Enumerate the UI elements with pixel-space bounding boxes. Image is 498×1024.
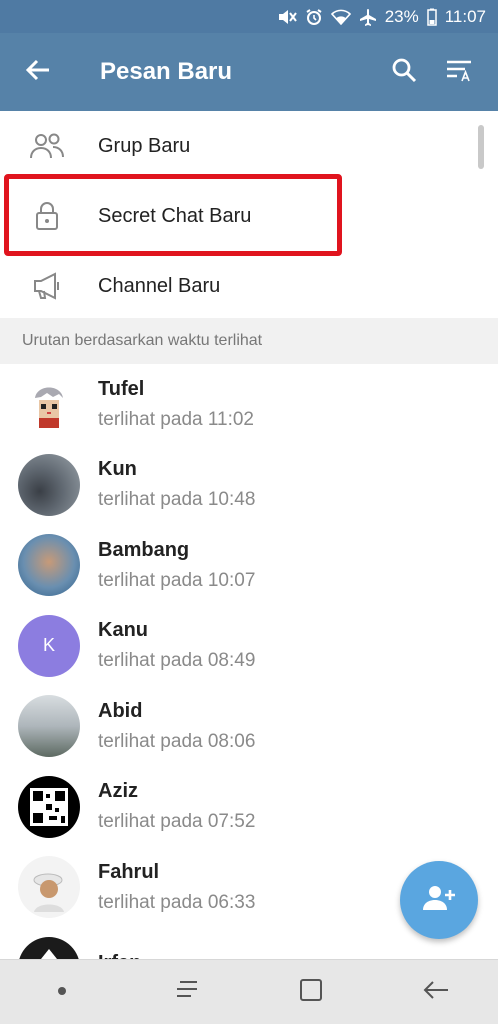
group-icon <box>0 132 94 160</box>
contact-status: terlihat pada 11:02 <box>98 408 254 430</box>
airplane-icon <box>359 8 377 26</box>
contact-name: Fahrul <box>98 860 160 883</box>
contact-name: Kanu <box>98 619 148 642</box>
contact-status: terlihat pada 08:49 <box>98 650 256 672</box>
status-icons: 23% 11:07 <box>277 7 486 27</box>
back-icon <box>422 979 450 1006</box>
contact-text: Fahrul terlihat pada 06:33 <box>98 861 255 914</box>
back-button[interactable] <box>0 33 76 111</box>
nav-dot-button[interactable] <box>22 960 102 1024</box>
contact-row-kanu[interactable]: K Kanu terlihat pada 08:49 <box>0 606 498 687</box>
avatar <box>18 534 80 597</box>
contact-status: terlihat pada 10:07 <box>98 569 256 591</box>
new-group-item[interactable]: Grup Baru <box>0 111 498 181</box>
sort-icon <box>445 58 475 87</box>
contact-text: Tufel terlihat pada 11:02 <box>98 378 254 431</box>
alarm-icon <box>305 8 323 26</box>
contact-name: Kun <box>98 458 137 481</box>
contact-text: Kanu terlihat pada 08:49 <box>98 619 255 672</box>
avatar <box>18 373 80 436</box>
status-bar: 23% 11:07 <box>0 0 498 33</box>
add-contact-icon <box>422 884 456 917</box>
back-arrow-icon <box>25 58 51 87</box>
contact-name: Tufel <box>98 377 145 400</box>
recents-icon <box>174 979 200 1006</box>
lock-icon <box>0 201 94 231</box>
mute-icon <box>277 8 297 26</box>
avatar <box>18 775 80 838</box>
contact-status: terlihat pada 10:48 <box>98 489 256 511</box>
contact-row-aziz[interactable]: Aziz terlihat pada 07:52 <box>0 767 498 848</box>
contact-text: Bambang terlihat pada 10:07 <box>98 539 255 592</box>
new-chat-options: Grup Baru Secret Chat Baru Channel Baru <box>0 111 498 321</box>
contact-name: Aziz <box>98 780 138 803</box>
avatar: K <box>18 614 80 677</box>
contact-status: terlihat pada 08:06 <box>98 730 256 752</box>
battery-icon <box>426 8 437 26</box>
new-secret-chat-label: Secret Chat Baru <box>98 204 252 227</box>
search-button[interactable] <box>376 33 432 111</box>
navigation-bar <box>0 959 498 1024</box>
clock: 11:07 <box>444 6 486 26</box>
home-button[interactable] <box>271 960 351 1024</box>
scrollbar[interactable] <box>478 125 484 169</box>
avatar <box>18 856 80 919</box>
new-secret-chat-item[interactable]: Secret Chat Baru <box>0 181 498 251</box>
search-icon <box>391 57 417 88</box>
avatar-initial: K <box>42 635 55 656</box>
page-title: Pesan Baru <box>100 58 233 85</box>
contact-text: Kun terlihat pada 10:48 <box>98 458 255 511</box>
system-back-button[interactable] <box>396 960 476 1024</box>
avatar <box>18 453 80 516</box>
sort-button[interactable] <box>432 33 488 111</box>
contact-status: terlihat pada 06:33 <box>98 891 256 913</box>
contact-text: Abid terlihat pada 08:06 <box>98 700 255 753</box>
contact-status: terlihat pada 07:52 <box>98 811 256 833</box>
new-channel-item[interactable]: Channel Baru <box>0 251 498 321</box>
contact-name: Bambang <box>98 538 190 561</box>
megaphone-icon <box>0 272 94 300</box>
wifi-icon <box>330 9 351 25</box>
contact-name: Abid <box>98 699 143 722</box>
contact-text: Aziz terlihat pada 07:52 <box>98 780 255 833</box>
new-channel-label: Channel Baru <box>98 274 221 297</box>
section-header: Urutan berdasarkan waktu terlihat <box>0 318 498 364</box>
recents-button[interactable] <box>147 960 227 1024</box>
home-icon <box>298 977 324 1008</box>
app-bar: Pesan Baru <box>0 33 498 111</box>
dot-icon <box>57 983 67 1001</box>
contact-row-abid[interactable]: Abid terlihat pada 08:06 <box>0 686 498 767</box>
new-group-label: Grup Baru <box>98 134 191 157</box>
battery-text: 23% <box>384 6 419 26</box>
add-contact-button[interactable] <box>400 861 478 939</box>
contact-row-tufel[interactable]: Tufel terlihat pada 11:02 <box>0 364 498 445</box>
contact-row-kun[interactable]: Kun terlihat pada 10:48 <box>0 445 498 526</box>
contact-row-bambang[interactable]: Bambang terlihat pada 10:07 <box>0 525 498 606</box>
avatar <box>18 695 80 758</box>
